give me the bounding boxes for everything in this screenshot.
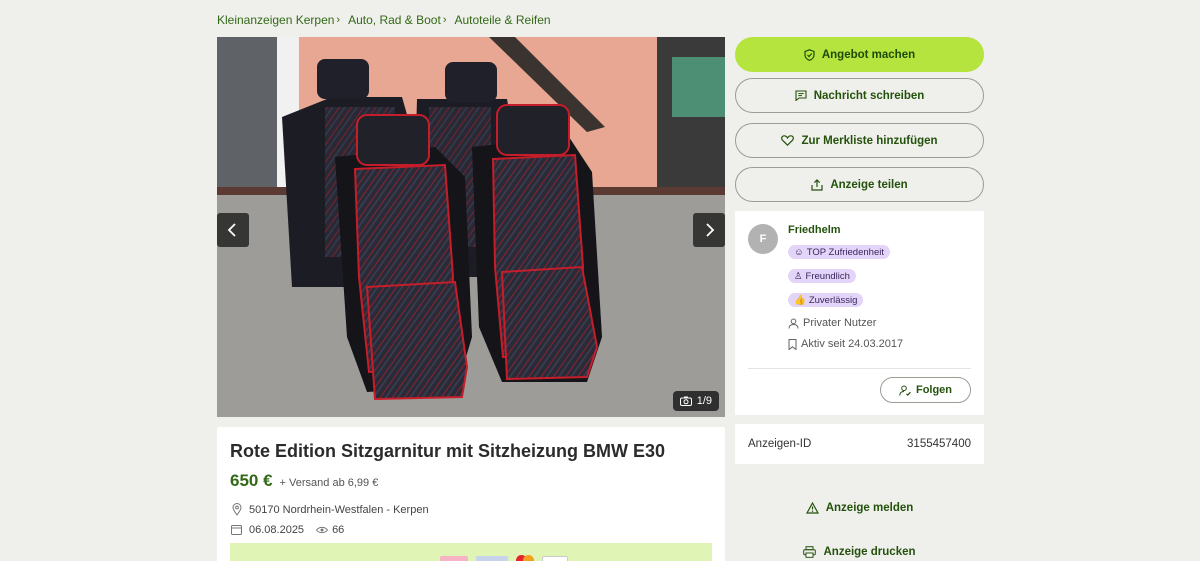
- breadcrumb-item-kerpen[interactable]: Kleinanzeigen Kerpen ›: [217, 13, 340, 27]
- location-pin-icon: [230, 503, 243, 516]
- seller-card: F Friedhelm ☺ TOP Zufriedenheit ♙ Freundli…: [735, 211, 984, 415]
- view-count: 66: [316, 524, 344, 536]
- warning-icon: [805, 502, 819, 514]
- price-row: 650 € + Versand ab 6,99 €: [230, 471, 378, 491]
- add-to-watchlist-button[interactable]: Zur Merkliste hinzufügen: [735, 123, 984, 158]
- ad-id-label: Anzeigen-ID: [748, 438, 812, 450]
- breadcrumb-item-auto[interactable]: Auto, Rad & Boot ›: [348, 13, 446, 27]
- avatar[interactable]: F: [748, 224, 778, 254]
- klarna-logo-icon: [440, 555, 468, 561]
- image-gallery[interactable]: 1/9: [217, 37, 725, 417]
- listing-date-row: 06.08.2025 66: [230, 523, 344, 536]
- report-listing-link[interactable]: Anzeige melden: [735, 502, 984, 514]
- breadcrumb-item-autoteile[interactable]: Autoteile & Reifen: [455, 13, 551, 27]
- seller-active-since: Aktiv seit 24.03.2017: [788, 338, 903, 350]
- make-offer-button[interactable]: Angebot machen: [735, 37, 984, 72]
- chevron-left-icon: [227, 223, 236, 237]
- follow-button[interactable]: Folgen: [880, 377, 971, 403]
- share-listing-button[interactable]: Anzeige teilen: [735, 167, 984, 202]
- seller-type: Privater Nutzer: [788, 317, 876, 329]
- eye-icon: [316, 526, 329, 533]
- printer-icon: [803, 546, 817, 558]
- shipping-info: + Versand ab 6,99 €: [279, 477, 379, 489]
- send-message-button[interactable]: Nachricht schreiben: [735, 78, 984, 113]
- chevron-right-icon: ›: [442, 14, 447, 26]
- divider: [748, 368, 971, 369]
- listing-price: 650 €: [230, 471, 273, 490]
- calendar-icon: [230, 523, 243, 536]
- badge-friendly: ♙ Freundlich: [788, 269, 856, 283]
- chevron-right-icon: [706, 223, 715, 237]
- payment-methods-strip: [230, 543, 712, 561]
- listing-title: Rote Edition Sitzgarnitur mit Sitzheizun…: [230, 441, 665, 461]
- bookmark-icon: [788, 338, 797, 350]
- listing-photo: [217, 37, 725, 417]
- mastercard-logo-icon: [516, 555, 534, 561]
- person-wave-icon: ♙: [794, 270, 803, 282]
- gallery-prev-button[interactable]: [217, 213, 249, 247]
- listing-location: 50170 Nordrhein-Westfalen - Kerpen: [230, 503, 429, 516]
- print-listing-link[interactable]: Anzeige drucken: [735, 546, 984, 558]
- breadcrumb: Kleinanzeigen Kerpen › Auto, Rad & Boot › …: [217, 13, 551, 27]
- chat-icon: [795, 90, 807, 101]
- user-follow-icon: [899, 385, 911, 396]
- offer-shield-icon: [804, 48, 815, 61]
- badge-reliable: 👍 Zuverlässig: [788, 293, 864, 307]
- camera-icon: [679, 396, 692, 406]
- thumbs-up-icon: 👍: [794, 294, 806, 306]
- image-counter: 1/9: [672, 391, 719, 411]
- chevron-right-icon: ›: [336, 14, 341, 26]
- listing-details: Rote Edition Sitzgarnitur mit Sitzheizun…: [217, 427, 725, 561]
- share-icon: [811, 178, 823, 191]
- ad-id-box: Anzeigen-ID 3155457400: [735, 424, 984, 464]
- smiley-icon: ☺: [794, 246, 804, 258]
- user-icon: [788, 318, 799, 329]
- heart-icon: [781, 135, 795, 146]
- seller-name[interactable]: Friedhelm: [788, 224, 841, 236]
- visa-logo-icon: [476, 555, 508, 561]
- gallery-next-button[interactable]: [693, 213, 725, 247]
- badge-top-satisfaction: ☺ TOP Zufriedenheit: [788, 245, 890, 259]
- ad-id-value: 3155457400: [907, 438, 971, 450]
- listing-date: 06.08.2025: [249, 523, 305, 536]
- applepay-logo-icon: [542, 555, 568, 561]
